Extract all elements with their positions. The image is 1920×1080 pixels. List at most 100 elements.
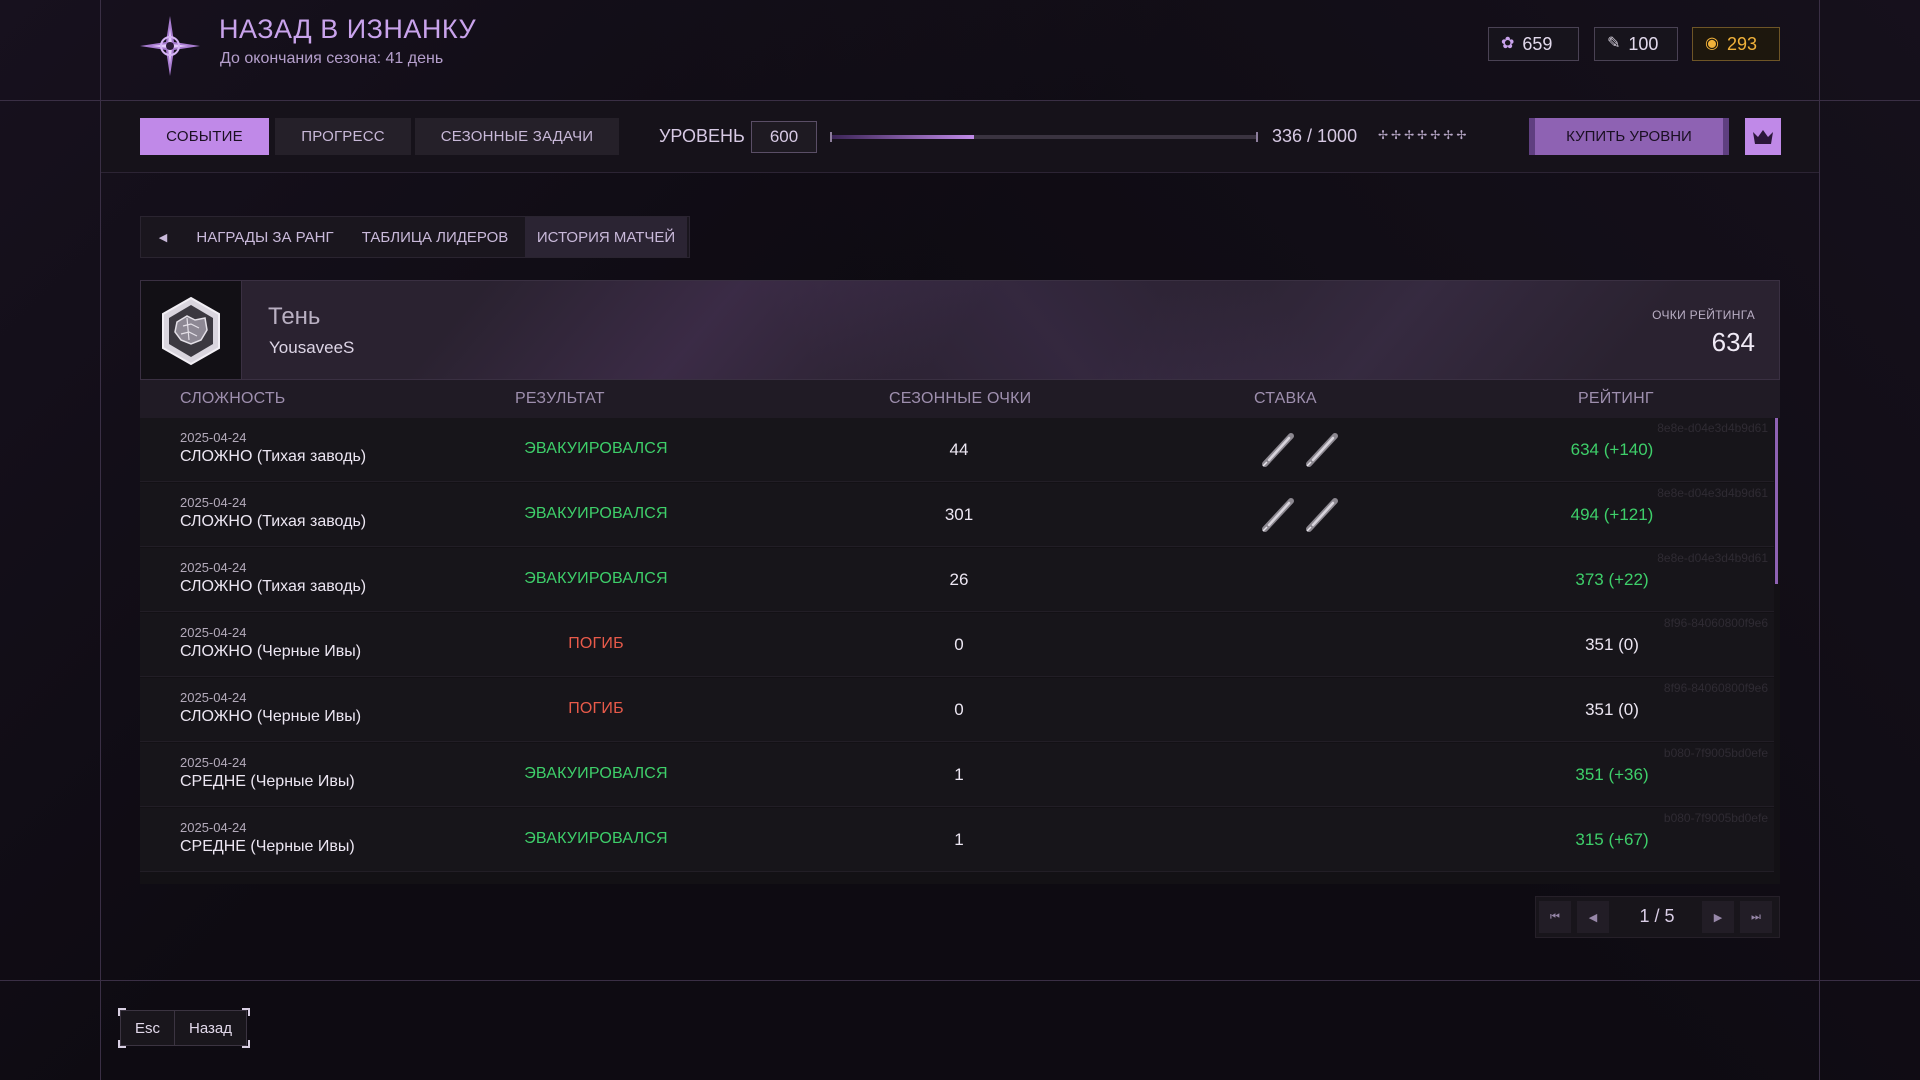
match-result: ПОГИБ xyxy=(568,635,624,652)
column-header-season-points: СЕЗОННЫЕ ОЧКИ xyxy=(889,390,1032,407)
table-row: 8e8e-d04e3d4b9d61 2025-04-24 СЛОЖНО (Тихая… xyxy=(140,548,1774,612)
season-countdown: До окончания сезона: 41 день xyxy=(220,50,444,67)
frame-line-bottom xyxy=(0,980,1920,981)
triangle-right-icon: ▶ xyxy=(1713,911,1723,924)
match-date: 2025-04-24 xyxy=(180,430,247,445)
esc-key-hint[interactable]: Esc xyxy=(120,1010,175,1046)
profile-rank-name: Тень xyxy=(268,303,321,330)
page-next-button[interactable]: ▶ xyxy=(1702,901,1734,933)
syringe-icon xyxy=(1306,433,1338,467)
currency-value: 659 xyxy=(1522,33,1553,54)
level-progress-text: 336 / 1000 xyxy=(1272,126,1358,146)
match-season-points: 301 xyxy=(944,505,974,524)
match-rating: 634 (+140) xyxy=(1570,440,1654,459)
back-button[interactable]: Назад xyxy=(175,1010,247,1046)
syringe-icon xyxy=(1262,498,1294,532)
match-result: ПОГИБ xyxy=(568,700,624,717)
match-history-table: СЛОЖНОСТЬ РЕЗУЛЬТАТ СЕЗОННЫЕ ОЧКИ СТАВКА… xyxy=(140,380,1780,884)
match-id: b080-7f9005bd0efe xyxy=(1663,746,1768,760)
match-difficulty: СЛОЖНО (Черные Ивы) xyxy=(180,643,362,660)
subtab-rank-rewards[interactable]: НАГРАДЫ ЗА РАНГ xyxy=(185,217,345,257)
table-row: 8e8e-d04e3d4b9d61 2025-04-24 СЛОЖНО (Тихая… xyxy=(140,483,1774,547)
flower-icon: ✿ xyxy=(1501,35,1515,52)
table-header: СЛОЖНОСТЬ РЕЗУЛЬТАТ СЕЗОННЫЕ ОЧКИ СТАВКА… xyxy=(140,380,1780,418)
table-scrollbar[interactable] xyxy=(1775,418,1778,584)
ticket-icon: ✎ xyxy=(1607,35,1621,52)
buy-levels-button[interactable]: КУПИТЬ УРОВНИ xyxy=(1529,118,1729,155)
match-date: 2025-04-24 xyxy=(180,690,247,705)
compass-star-icon xyxy=(138,14,202,78)
match-difficulty: СРЕДНЕ (Черные Ивы) xyxy=(180,838,355,855)
page-prev-button[interactable]: ◀ xyxy=(1577,901,1609,933)
match-result: ЭВАКУИРОВАЛСЯ xyxy=(524,505,668,522)
triangle-left-icon: ◀ xyxy=(1588,911,1598,924)
match-rating: 373 (+22) xyxy=(1575,570,1649,589)
match-id: 8e8e-d04e3d4b9d61 xyxy=(1657,486,1768,500)
frame-line-right xyxy=(1819,0,1820,1080)
match-season-points: 44 xyxy=(949,440,969,459)
rank-badge-icon xyxy=(162,296,220,366)
currency-value: 293 xyxy=(1726,33,1758,54)
page-indicator: 1 / 5 xyxy=(1639,906,1675,926)
match-difficulty: СЛОЖНО (Черные Ивы) xyxy=(180,708,362,725)
subtab-match-history[interactable]: ИСТОРИЯ МАТЧЕЙ xyxy=(525,217,687,257)
tab-event[interactable]: СОБЫТИЕ xyxy=(140,118,269,155)
progress-tick-end xyxy=(1256,132,1258,142)
match-difficulty: СЛОЖНО (Тихая заводь) xyxy=(180,578,367,595)
match-date: 2025-04-24 xyxy=(180,755,247,770)
match-season-points: 1 xyxy=(954,830,964,849)
match-difficulty: СРЕДНЕ (Черные Ивы) xyxy=(180,773,355,790)
match-id: 8f96-84060800f9e6 xyxy=(1663,616,1768,630)
match-date: 2025-04-24 xyxy=(180,625,247,640)
page-title: НАЗАД В ИЗНАНКУ xyxy=(219,14,477,44)
level-label: УРОВЕНЬ xyxy=(659,126,745,146)
match-id: 8f96-84060800f9e6 xyxy=(1663,681,1768,695)
match-rating: 351 (+36) xyxy=(1575,765,1649,784)
match-season-points: 0 xyxy=(954,700,964,719)
match-bet xyxy=(1250,432,1350,468)
level-progress-bar xyxy=(830,132,1258,142)
match-id: 8e8e-d04e3d4b9d61 xyxy=(1657,551,1768,565)
level-value: 600 xyxy=(751,121,817,153)
match-season-points: 1 xyxy=(954,765,964,784)
tab-progress[interactable]: ПРОГРЕСС xyxy=(275,118,411,155)
match-id: b080-7f9005bd0efe xyxy=(1663,811,1768,825)
page-first-button[interactable]: ⏮ xyxy=(1539,901,1571,933)
match-rating: 315 (+67) xyxy=(1575,830,1649,849)
skip-last-icon: ⏭ xyxy=(1751,910,1761,923)
table-row: b080-7f9005bd0efe 2025-04-24 СРЕДНЕ (Черны… xyxy=(140,808,1774,872)
match-season-points: 26 xyxy=(949,570,969,589)
triangle-left-icon: ◀ xyxy=(158,231,168,244)
match-rating: 494 (+121) xyxy=(1570,505,1654,524)
profile-username: YousaveeS xyxy=(269,338,355,357)
profile-card: Тень YousaveeS ОЧКИ РЕЙТИНГА 634 xyxy=(140,280,1780,380)
match-date: 2025-04-24 xyxy=(180,560,247,575)
match-id: 8e8e-d04e3d4b9d61 xyxy=(1657,421,1768,435)
coin-icon: ◉ xyxy=(1705,35,1719,52)
syringe-icon xyxy=(1262,433,1294,467)
subtab-leaderboard[interactable]: ТАБЛИЦА ЛИДЕРОВ xyxy=(350,217,520,257)
tab-season-tasks[interactable]: СЕЗОННЫЕ ЗАДАЧИ xyxy=(415,118,619,155)
back-control[interactable]: Esc Назад xyxy=(120,1010,247,1046)
crown-button[interactable] xyxy=(1745,118,1781,155)
match-bet xyxy=(1250,497,1350,533)
rank-badge xyxy=(141,281,242,379)
table-row: 8f96-84060800f9e6 2025-04-24 СЛОЖНО (Черны… xyxy=(140,678,1774,742)
level-stars: ✢✢✢✢✢✢✢ xyxy=(1378,128,1470,142)
column-header-difficulty: СЛОЖНОСТЬ xyxy=(180,390,286,407)
syringe-icon xyxy=(1306,498,1338,532)
currency-value: 100 xyxy=(1628,33,1659,54)
table-row: b080-7f9005bd0efe 2025-04-24 СРЕДНЕ (Черны… xyxy=(140,743,1774,807)
sub-nav-back-button[interactable]: ◀ xyxy=(146,217,180,257)
column-header-rating: РЕЙТИНГ xyxy=(1578,390,1654,407)
match-rating: 351 (0) xyxy=(1585,635,1639,654)
match-difficulty: СЛОЖНО (Тихая заводь) xyxy=(180,513,367,530)
match-result: ЭВАКУИРОВАЛСЯ xyxy=(524,570,668,587)
currency-ticket: ✎ 100 xyxy=(1594,27,1678,61)
match-result: ЭВАКУИРОВАЛСЯ xyxy=(524,765,668,782)
currency-flower: ✿ 659 xyxy=(1488,27,1579,61)
page-last-button[interactable]: ⏭ xyxy=(1740,901,1772,933)
match-date: 2025-04-24 xyxy=(180,820,247,835)
match-difficulty: СЛОЖНО (Тихая заводь) xyxy=(180,448,367,465)
table-row: 8f96-84060800f9e6 2025-04-24 СЛОЖНО (Черны… xyxy=(140,613,1774,677)
